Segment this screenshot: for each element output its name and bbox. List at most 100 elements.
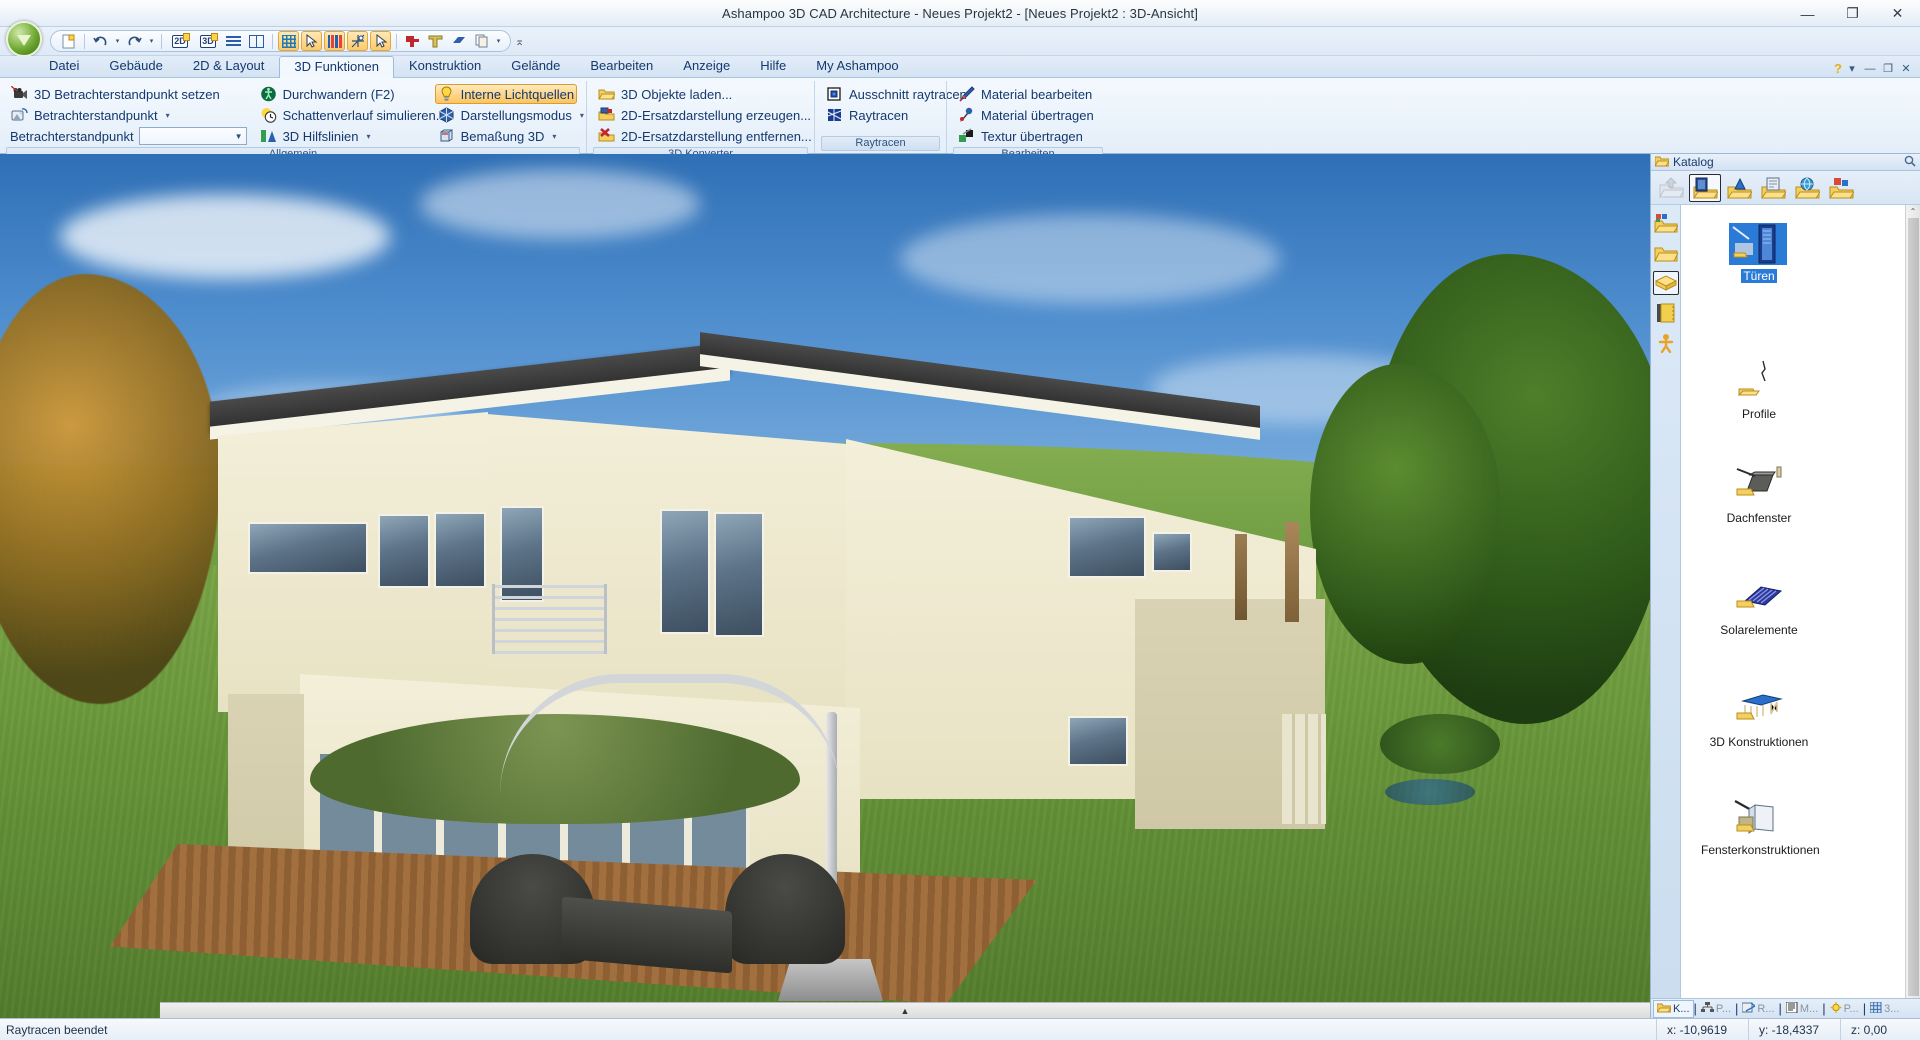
undo-icon[interactable]: [90, 31, 111, 51]
ribbon-item-2d-ersatzdarstellung-entfernen[interactable]: 2D-Ersatzdarstellung entfernen...: [595, 126, 812, 146]
ribbon-item-ausschnitt-raytracen[interactable]: Ausschnitt raytracen: [823, 84, 967, 104]
ribbon-item-material-uebertragen[interactable]: Material übertragen: [955, 105, 1100, 125]
menu-item-gelaende[interactable]: Gelände: [496, 55, 575, 77]
window-maximize-button[interactable]: ❐: [1830, 0, 1875, 27]
catalog-item-3d-konstruktionen[interactable]: 3D Konstruktionen: [1699, 685, 1819, 749]
catalog-search-button[interactable]: [1825, 174, 1857, 202]
chevron-down-icon[interactable]: ▾: [580, 111, 584, 120]
catalog-textures-button[interactable]: [1757, 174, 1789, 202]
tab-3d[interactable]: 3...: [1866, 1000, 1903, 1018]
menu-item-konstruktion[interactable]: Konstruktion: [394, 55, 496, 77]
copy-icon[interactable]: [471, 31, 492, 51]
columns-icon[interactable]: [324, 31, 345, 51]
view-2d-icon[interactable]: 2D: [167, 31, 193, 51]
catalog-item-tueren[interactable]: Türen: [1699, 219, 1819, 283]
catalog-item-list[interactable]: Türen Profile Dachfenster Solarelemente …: [1681, 205, 1905, 998]
sidebar-item-folder[interactable]: [1653, 241, 1679, 265]
scrollbar-track[interactable]: [1907, 218, 1919, 996]
separator: [84, 33, 85, 49]
redo-icon[interactable]: [124, 31, 145, 51]
wall-red-icon[interactable]: [402, 31, 423, 51]
ribbon-item-label: Schattenverlauf simulieren...: [282, 107, 447, 123]
ribbon-item-label: Material bearbeiten: [981, 86, 1093, 102]
vertical-split-icon[interactable]: [246, 31, 267, 51]
chevron-down-icon[interactable]: ▾: [166, 111, 170, 120]
slab-blue-icon[interactable]: [448, 31, 469, 51]
catalog-scrollbar[interactable]: ⌃: [1905, 205, 1920, 998]
menu-item-gebaeude[interactable]: Gebäude: [94, 55, 178, 77]
tab-label: K...: [1673, 1002, 1690, 1015]
ribbon-item-schattenverlauf-simulieren[interactable]: Schattenverlauf simulieren...: [257, 105, 447, 125]
catalog-item-profile[interactable]: Profile: [1699, 357, 1819, 421]
pointer-icon[interactable]: [370, 31, 391, 51]
menu-item-3d-funktionen[interactable]: 3D Funktionen: [279, 56, 394, 78]
tab-label: P...: [1715, 1002, 1731, 1015]
window-close-button[interactable]: ✕: [1875, 0, 1920, 27]
mdi-close-button[interactable]: ✕: [1898, 61, 1914, 76]
copy-dropdown-icon[interactable]: ▾: [494, 37, 503, 45]
help-icon[interactable]: ?: [1834, 61, 1842, 76]
menu-item-2d-layout[interactable]: 2D & Layout: [178, 55, 280, 77]
lightbulb-icon: [438, 86, 455, 102]
pin-icon[interactable]: [1904, 155, 1916, 170]
sidebar-item-person[interactable]: [1653, 331, 1679, 355]
tab-projekt[interactable]: P...: [1697, 1000, 1735, 1018]
ribbon-item-textur-uebertragen[interactable]: Textur übertragen: [955, 126, 1100, 146]
tab-raeume[interactable]: R...: [1738, 1000, 1778, 1018]
sidebar-item-materials[interactable]: [1652, 271, 1679, 295]
ribbon-item-durchwandern[interactable]: Durchwandern (F2): [257, 84, 425, 104]
ribbon-item-raytracen[interactable]: Raytracen: [823, 105, 937, 125]
ribbon-item-interne-lichtquellen[interactable]: Interne Lichtquellen: [434, 84, 577, 104]
snap-icon[interactable]: [347, 31, 368, 51]
catalog-item-fensterkonstruktionen[interactable]: Fensterkonstruktionen: [1699, 793, 1820, 857]
horizontal-split-icon[interactable]: [223, 31, 244, 51]
menu-item-hilfe[interactable]: Hilfe: [745, 55, 801, 77]
tab-label: P...: [1843, 1002, 1859, 1015]
select-arrow-icon[interactable]: [301, 31, 322, 51]
catalog-item-dachfenster[interactable]: Dachfenster: [1699, 461, 1819, 525]
catalog-doors-button[interactable]: [1689, 173, 1721, 202]
toolbar-overflow-icon[interactable]: ⌅: [515, 35, 524, 48]
new-document-icon[interactable]: [58, 31, 79, 51]
3d-viewport[interactable]: ▲: [0, 154, 1650, 1018]
ribbon-item-3d-hilfslinien[interactable]: 3D Hilfslinien ▾: [257, 126, 425, 146]
view-3d-icon[interactable]: 3D: [195, 31, 221, 51]
menu-item-datei[interactable]: Datei: [34, 55, 94, 77]
tab-massen[interactable]: M...: [1782, 1000, 1822, 1018]
chevron-down-icon[interactable]: ▾: [1844, 61, 1860, 76]
scroll-up-icon[interactable]: ⌃: [1910, 207, 1917, 216]
application-orb-button[interactable]: [6, 21, 42, 57]
sidebar-item-book[interactable]: [1653, 301, 1679, 325]
ribbon-item-betrachterstandpunkt[interactable]: Betrachterstandpunkt ▾: [8, 105, 247, 125]
ribbon-item-material-bearbeiten[interactable]: Material bearbeiten: [955, 84, 1100, 104]
viewpoint-select[interactable]: ▼: [138, 127, 247, 145]
catalog-globe-button[interactable]: [1791, 174, 1823, 202]
menu-item-my-ashampoo[interactable]: My Ashampoo: [801, 55, 913, 77]
grid-icon[interactable]: [278, 31, 299, 51]
catalog-item-solarelemente[interactable]: Solarelemente: [1699, 573, 1819, 637]
chevron-down-icon[interactable]: ▾: [366, 132, 370, 141]
sidebar-item-symbols[interactable]: [1653, 211, 1679, 235]
roof-window-thumb-icon: [1699, 461, 1819, 509]
catalog-up-button[interactable]: [1655, 174, 1687, 202]
tab-katalog[interactable]: K...: [1653, 999, 1694, 1018]
catalog-tab-icon: [1656, 1002, 1672, 1016]
undo-dropdown-icon[interactable]: ▾: [113, 37, 122, 45]
catalog-shapes-button[interactable]: [1723, 174, 1755, 202]
ribbon-item-darstellungsmodus[interactable]: Darstellungsmodus ▾: [435, 105, 584, 125]
mdi-restore-button[interactable]: ❐: [1880, 61, 1896, 76]
wall-yellow-icon[interactable]: [425, 31, 446, 51]
menu-item-bearbeiten[interactable]: Bearbeiten: [575, 55, 668, 77]
menu-item-anzeige[interactable]: Anzeige: [668, 55, 745, 77]
ribbon-item-3d-betrachterstandpunkt-setzen[interactable]: 3D Betrachterstandpunkt setzen: [8, 84, 247, 104]
mdi-minimize-button[interactable]: —: [1862, 61, 1878, 76]
ribbon-item-bemassung-3d[interactable]: Bemaßung 3D ▾: [435, 126, 577, 146]
tab-sonne[interactable]: P...: [1826, 1000, 1863, 1018]
redo-dropdown-icon[interactable]: ▾: [147, 37, 156, 45]
ribbon-item-2d-ersatzdarstellung-erzeugen[interactable]: 2D-Ersatzdarstellung erzeugen...: [595, 105, 811, 125]
ribbon-item-3d-objekte-laden[interactable]: 3D Objekte laden...: [595, 84, 805, 104]
viewport-horizontal-scrollbar[interactable]: ▲: [160, 1002, 1650, 1018]
window-minimize-button[interactable]: —: [1785, 0, 1830, 27]
chevron-down-icon[interactable]: ▾: [552, 132, 556, 141]
guides-3d-icon: [260, 128, 277, 144]
